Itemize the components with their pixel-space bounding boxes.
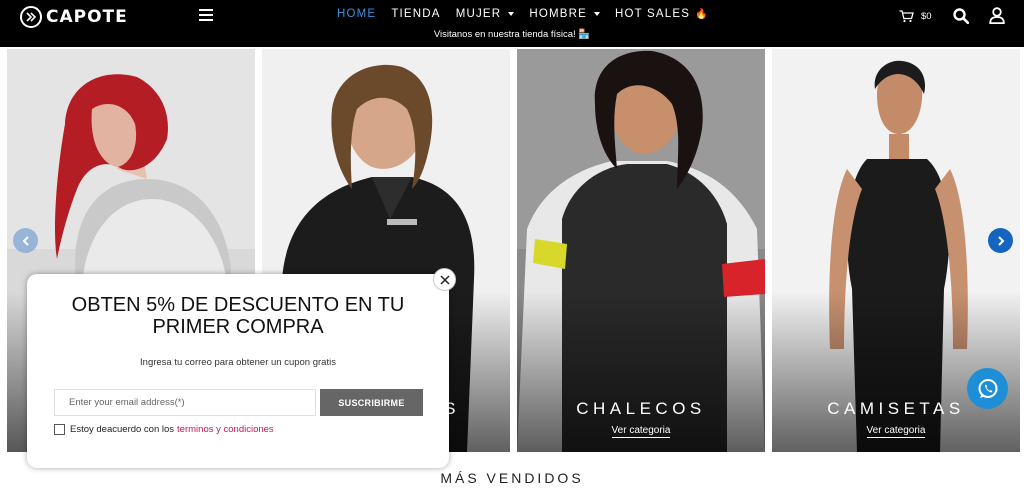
email-field[interactable] [54, 389, 316, 416]
chevron-right-icon [997, 235, 1004, 246]
search-icon[interactable] [953, 8, 970, 29]
consent-text: Estoy deacuerdo con los [70, 424, 175, 435]
logo-text: CAPOTE [46, 7, 128, 27]
top-navigation-bar: CAPOTE HOME TIENDA MUJER HOMBRE HOT SALE… [0, 0, 1024, 47]
category-tile-chalecos[interactable]: CHALECOS Ver categoria [517, 49, 765, 452]
user-account-icon[interactable] [989, 7, 1005, 29]
nav-item-label: MUJER [455, 8, 502, 20]
nav-item-label: TIENDA [391, 8, 441, 20]
section-title-best-sellers: MÁS VENDIDOS [440, 470, 584, 486]
nav-item-label: HOMBRE [529, 8, 587, 20]
terms-link[interactable]: terminos y condiciones [177, 424, 274, 435]
carousel-next-button[interactable] [988, 228, 1013, 253]
discount-popup: OBTEN 5% DE DESCUENTO EN TU PRIMER COMPR… [27, 268, 456, 468]
nav-item-label: HOT SALES [615, 8, 691, 20]
carousel-prev-button[interactable] [13, 228, 38, 253]
view-category-label: Ver categoria [611, 425, 671, 438]
nav-item-mujer[interactable]: MUJER [456, 8, 515, 20]
popup-title: OBTEN 5% DE DESCUENTO EN TU PRIMER COMPR… [71, 294, 405, 338]
view-category-link[interactable]: Ver categoria [772, 420, 1020, 438]
chevron-down-icon [508, 12, 515, 16]
chevron-down-icon [594, 12, 600, 16]
whatsapp-button[interactable] [967, 368, 1008, 409]
fire-icon: 🔥 [695, 8, 709, 20]
whatsapp-icon [978, 378, 997, 398]
terms-consent: Estoy deacuerdo con los terminos y condi… [54, 424, 274, 435]
close-icon [439, 274, 450, 285]
store-notice: Visitanos en nuestra tienda física! 🏪 [433, 29, 591, 40]
main-nav: HOME TIENDA MUJER HOMBRE HOT SALES 🔥 [337, 8, 724, 20]
logo-mark-icon [20, 6, 42, 28]
tile-title: CHALECOS [576, 399, 706, 418]
hamburger-menu-icon[interactable] [199, 9, 213, 21]
nav-item-hot-sales[interactable]: HOT SALES 🔥 [615, 8, 709, 20]
cart-button[interactable]: $0 [899, 10, 932, 23]
cart-total: $0 [921, 11, 932, 22]
popup-close-button[interactable] [433, 268, 456, 291]
view-category-link[interactable]: Ver categoria [517, 420, 765, 438]
nav-item-label: HOME [337, 8, 377, 20]
nav-item-hombre[interactable]: HOMBRE [529, 8, 600, 20]
view-category-label: Ver categoria [866, 425, 926, 438]
chevron-left-icon [22, 235, 29, 246]
terms-checkbox[interactable] [54, 424, 65, 435]
nav-item-tienda[interactable]: TIENDA [391, 8, 440, 20]
nav-item-home[interactable]: HOME [337, 8, 376, 20]
cart-icon [899, 10, 914, 23]
capote-logo[interactable]: CAPOTE [20, 6, 128, 28]
subscribe-button[interactable]: SUSCRIBIRME [320, 389, 423, 416]
popup-subtitle: Ingresa tu correo para obtener un cupon … [140, 357, 336, 368]
